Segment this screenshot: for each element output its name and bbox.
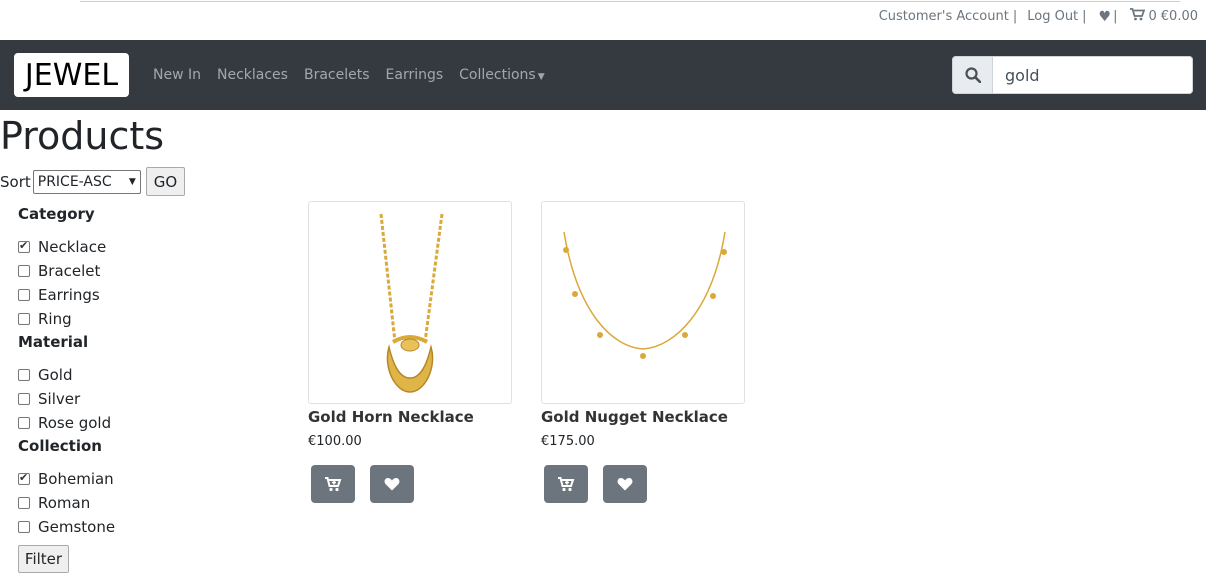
option-label: Rose gold [38, 414, 112, 432]
nav-menu: New In Necklaces Bracelets Earrings Coll… [145, 40, 553, 110]
sort-label: Sort [0, 172, 31, 191]
filter-option-earrings[interactable]: Earrings [18, 283, 268, 307]
cart-plus-icon [558, 477, 575, 492]
option-label: Gemstone [38, 518, 116, 536]
filter-option-necklace[interactable]: Necklace [18, 235, 268, 259]
option-label: Roman [38, 494, 91, 512]
checkbox[interactable] [18, 521, 30, 533]
customer-account-link[interactable]: Customer's Account [879, 9, 1009, 24]
add-to-wishlist-button[interactable] [603, 465, 647, 503]
cart-plus-icon [325, 477, 342, 492]
top-utility-bar: Customer's Account | Log Out | ♥ | 0 €0.… [0, 0, 1206, 40]
collection-heading: Collection [18, 437, 102, 455]
product-image[interactable] [541, 201, 745, 404]
product-image[interactable] [308, 201, 512, 404]
product-price: €100.00 [308, 434, 362, 449]
product-actions [308, 465, 512, 503]
product-card: Gold Nugget Necklace €175.00 [541, 201, 745, 503]
filter-panel: Category Necklace Bracelet Earrings Ring… [18, 203, 268, 573]
nav-item-collections[interactable]: Collections ▼ [451, 67, 552, 83]
search-group: gold [952, 56, 1193, 94]
checkbox[interactable] [18, 313, 30, 325]
cart-count[interactable]: 0 [1149, 9, 1157, 24]
caret-down-icon: ▼ [537, 72, 545, 82]
sort-select[interactable]: PRICE-ASC ▼ [32, 169, 141, 194]
option-label: Silver [38, 390, 81, 408]
nav-item-earrings[interactable]: Earrings [378, 67, 452, 83]
separator: | [1012, 9, 1018, 24]
sort-row: Sort PRICE-ASC ▼ GO [0, 167, 186, 196]
filter-option-gemstone[interactable]: Gemstone [18, 515, 268, 539]
dropdown-arrow-icon: ▼ [128, 176, 136, 187]
sort-go-button[interactable]: GO [145, 167, 186, 196]
checkbox[interactable] [18, 369, 30, 381]
checkbox[interactable] [18, 239, 30, 253]
product-price: €175.00 [541, 434, 595, 449]
filter-option-bracelet[interactable]: Bracelet [18, 259, 268, 283]
checkbox[interactable] [18, 417, 30, 429]
checkbox[interactable] [18, 265, 30, 277]
brand-logo[interactable]: JEWEL [14, 53, 129, 97]
option-label: Gold [38, 366, 73, 384]
filter-option-bohemian[interactable]: Bohemian [18, 467, 268, 491]
cart-total[interactable]: €0.00 [1161, 9, 1198, 24]
heart-icon [384, 478, 400, 491]
filter-option-rose-gold[interactable]: Rose gold [18, 411, 268, 435]
search-input[interactable]: gold [993, 56, 1193, 94]
nav-item-necklaces[interactable]: Necklaces [209, 67, 296, 83]
filter-option-ring[interactable]: Ring [18, 307, 268, 331]
option-label: Ring [38, 310, 72, 328]
separator: | [1082, 9, 1087, 24]
filter-option-silver[interactable]: Silver [18, 387, 268, 411]
product-name[interactable]: Gold Nugget Necklace [541, 408, 745, 426]
logout-link[interactable]: Log Out [1027, 9, 1078, 24]
top-edge-line [80, 0, 1180, 2]
filter-button[interactable]: Filter [18, 545, 69, 573]
add-to-wishlist-button[interactable] [370, 465, 414, 503]
checkbox[interactable] [18, 497, 30, 509]
option-label: Bracelet [38, 262, 101, 280]
add-to-cart-button[interactable] [311, 465, 355, 503]
main-navbar: JEWEL New In Necklaces Bracelets Earring… [0, 40, 1206, 110]
search-icon [964, 67, 981, 83]
material-heading: Material [18, 333, 89, 351]
filter-option-roman[interactable]: Roman [18, 491, 268, 515]
nav-item-collections-label: Collections [459, 67, 536, 83]
page-title: Products [0, 114, 165, 158]
add-to-cart-button[interactable] [544, 465, 588, 503]
nav-item-bracelets[interactable]: Bracelets [296, 67, 378, 83]
option-label: Necklace [38, 238, 107, 256]
checkbox[interactable] [18, 289, 30, 301]
heart-icon [617, 478, 633, 491]
separator: | [1113, 9, 1118, 24]
search-button[interactable] [952, 56, 993, 94]
checkbox[interactable] [18, 471, 30, 485]
product-card: Gold Horn Necklace €100.00 [308, 201, 512, 503]
checkbox[interactable] [18, 393, 30, 405]
sort-selected-value: PRICE-ASC [37, 173, 112, 190]
product-name[interactable]: Gold Horn Necklace [308, 408, 512, 426]
option-label: Earrings [38, 286, 100, 304]
option-label: Bohemian [38, 470, 114, 488]
product-actions [541, 465, 745, 503]
cart-icon[interactable] [1129, 8, 1145, 25]
account-links: Customer's Account | Log Out | ♥ | 0 €0.… [875, 8, 1198, 25]
wishlist-heart-icon[interactable]: ♥ [1099, 9, 1112, 25]
category-heading: Category [18, 205, 95, 223]
nav-item-new-in[interactable]: New In [145, 67, 209, 83]
filter-option-gold[interactable]: Gold [18, 363, 268, 387]
